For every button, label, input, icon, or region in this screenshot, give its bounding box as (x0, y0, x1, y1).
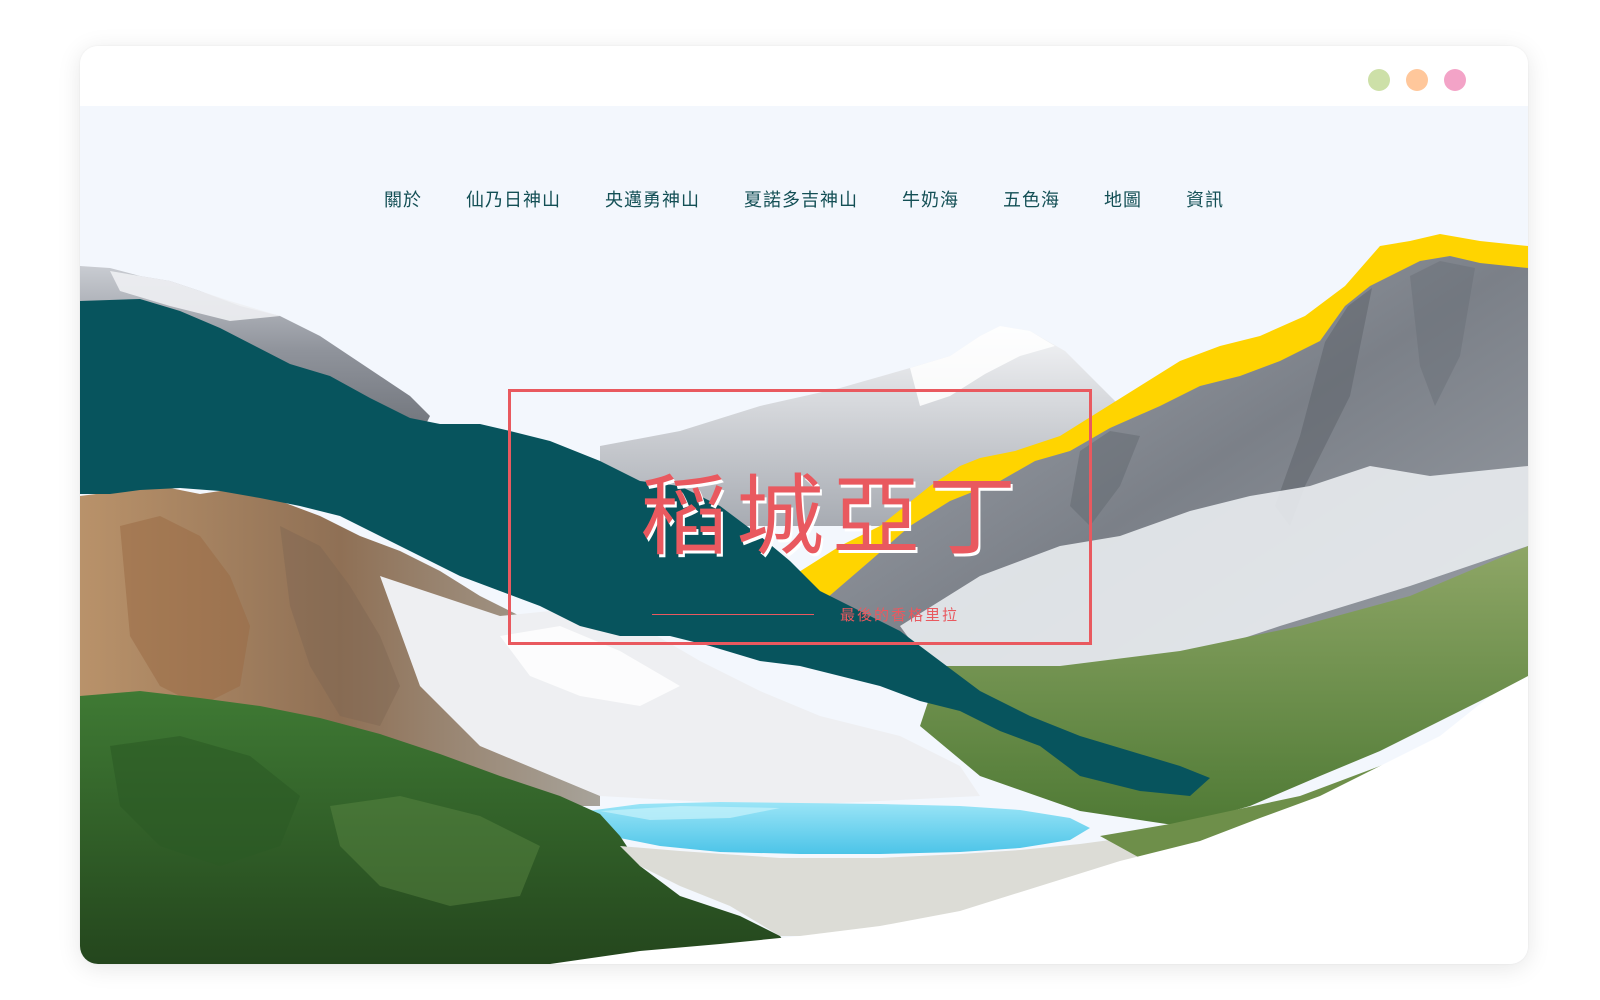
nav-item-xianuoduoji[interactable]: 夏諾多吉神山 (744, 186, 858, 212)
window-control-orange[interactable] (1406, 69, 1428, 91)
window-control-green[interactable] (1368, 69, 1390, 91)
hero-section: 關於 仙乃日神山 央邁勇神山 夏諾多吉神山 牛奶海 五色海 地圖 資訊 稻城亞丁… (80, 106, 1528, 964)
main-navigation: 關於 仙乃日神山 央邁勇神山 夏諾多吉神山 牛奶海 五色海 地圖 資訊 (80, 186, 1528, 212)
nav-item-yangmaiyong[interactable]: 央邁勇神山 (605, 186, 700, 212)
hero-subtitle: 最後的香格里拉 (840, 606, 960, 624)
window-titlebar (80, 46, 1528, 106)
nav-item-xiannairi[interactable]: 仙乃日神山 (466, 186, 561, 212)
nav-item-five-color-lake[interactable]: 五色海 (1003, 186, 1060, 212)
nav-item-milk-lake[interactable]: 牛奶海 (902, 186, 959, 212)
browser-window: 關於 仙乃日神山 央邁勇神山 夏諾多吉神山 牛奶海 五色海 地圖 資訊 稻城亞丁… (80, 46, 1528, 964)
nav-item-info[interactable]: 資訊 (1186, 186, 1224, 212)
nav-item-about[interactable]: 關於 (384, 186, 422, 212)
window-control-pink[interactable] (1444, 69, 1466, 91)
hero-title: 稻城亞丁 (640, 465, 1025, 568)
hero-divider (652, 614, 814, 615)
nav-item-map[interactable]: 地圖 (1104, 186, 1142, 212)
